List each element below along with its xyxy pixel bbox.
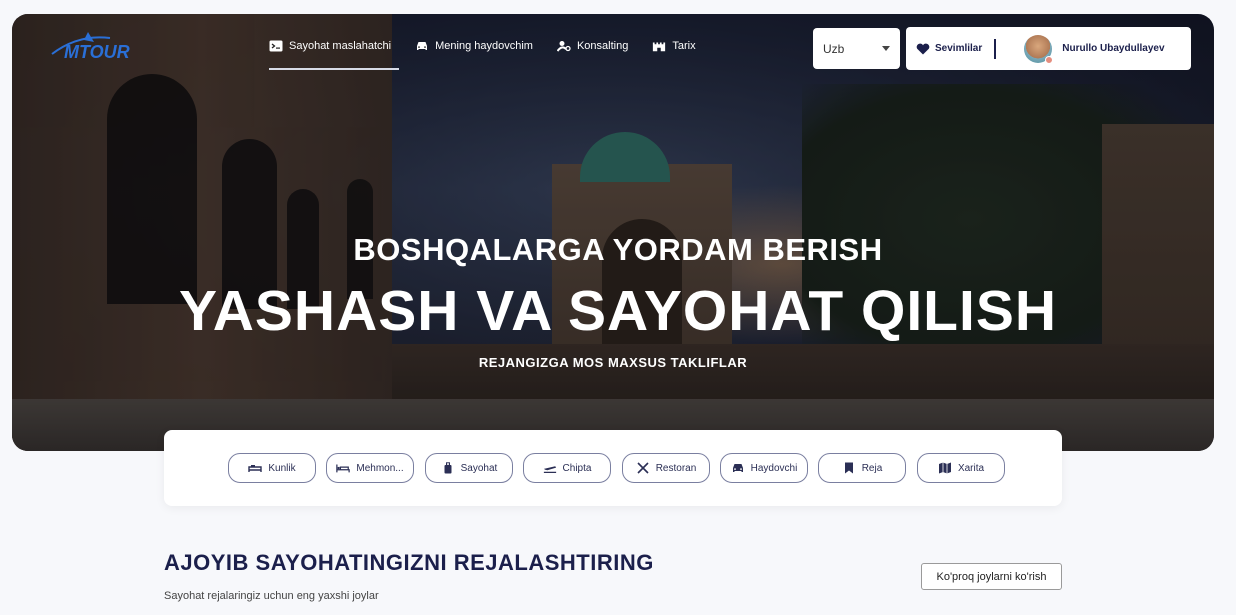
divider (994, 38, 997, 59)
user-panel: Sevimlilar Nurullo Ubaydullayev (906, 27, 1191, 70)
nav-konsalting[interactable]: Konsalting (556, 36, 629, 56)
nav-tarix[interactable]: Tarix (652, 36, 696, 56)
nav-mening-haydovchim[interactable]: Mening haydovchim (415, 36, 533, 56)
terminal-icon (269, 40, 283, 52)
favorites-label: Sevimlilar (935, 43, 983, 54)
category-chipta[interactable]: Chipta (523, 453, 611, 483)
category-mehmonxona[interactable]: Mehmon... (326, 453, 414, 483)
category-bar: Kunlik Mehmon... Sayohat Chipta Restoran (164, 430, 1062, 506)
status-dot (1045, 55, 1054, 64)
map-icon (938, 462, 952, 474)
utensils-icon (636, 462, 650, 474)
nav-label: Konsalting (576, 40, 629, 52)
category-haydovchi[interactable]: Haydovchi (720, 453, 808, 483)
chevron-down-icon (882, 46, 890, 51)
car-icon (731, 462, 745, 474)
category-restoran[interactable]: Restoran (622, 453, 710, 483)
avatar[interactable] (1024, 34, 1054, 64)
category-label: Restoran (655, 462, 697, 474)
nav-sayohat-maslahatchi[interactable]: Sayohat maslahatchi (269, 36, 391, 56)
section-subtitle: Sayohat rejalaringiz uchun eng yaxshi jo… (164, 590, 379, 602)
logo-icon: MTOUR (51, 32, 130, 62)
luggage-icon (441, 462, 455, 474)
bed-icon (336, 462, 351, 474)
main-nav: Sayohat maslahatchi Mening haydovchim Ko… (269, 36, 720, 56)
hero-title: YASHASH VA SAYOHAT QILISH (178, 279, 1058, 343)
category-reja[interactable]: Reja (818, 453, 906, 483)
plane-icon (543, 462, 557, 474)
nav-label: Tarix (672, 40, 696, 52)
car-icon (415, 40, 429, 52)
category-xarita[interactable]: Xarita (917, 453, 1005, 483)
section-title: AJOYIB SAYOHATINGIZNI REJALASHTIRING (164, 550, 654, 575)
consult-icon (556, 40, 571, 52)
hero-tagline: REJANGIZGA MOS MAXSUS TAKLIFLAR (478, 355, 748, 370)
castle-icon (652, 40, 666, 52)
nav-label: Sayohat maslahatchi (289, 40, 392, 52)
category-kunlik[interactable]: Kunlik (228, 453, 316, 483)
category-label: Reja (861, 462, 883, 474)
bookmark-icon (842, 462, 856, 474)
heart-icon (916, 43, 930, 54)
hero-subtitle: BOSHQALARGA YORDAM BERISH (353, 232, 883, 267)
category-label: Xarita (957, 462, 985, 474)
category-label: Haydovchi (750, 462, 798, 474)
nav-active-indicator (269, 68, 399, 70)
user-name[interactable]: Nurullo Ubaydullayev (1062, 43, 1164, 54)
category-label: Mehmon... (356, 462, 404, 474)
view-more-button[interactable]: Ko'proq joylarni ko'rish (921, 563, 1062, 590)
language-select[interactable]: Uzb (813, 28, 900, 69)
page: MTOUR Sayohat maslahatchi Mening haydovc… (0, 0, 1236, 615)
category-label: Chipta (562, 462, 592, 474)
favorites-button[interactable]: Sevimlilar (916, 43, 982, 55)
category-sayohat[interactable]: Sayohat (425, 453, 513, 483)
language-value: Uzb (823, 41, 845, 56)
category-label: Sayohat (460, 462, 498, 474)
bed-car-icon (248, 462, 263, 474)
site-logo[interactable]: MTOUR (48, 28, 168, 68)
nav-label: Mening haydovchim (435, 40, 533, 52)
category-label: Kunlik (268, 462, 296, 474)
logo-text: MTOUR (64, 42, 130, 62)
